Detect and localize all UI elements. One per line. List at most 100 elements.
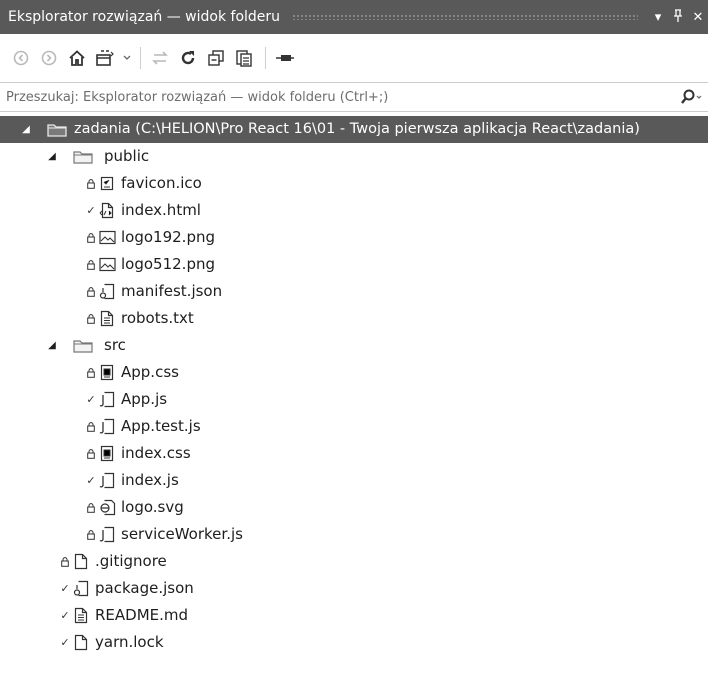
tree-file-item[interactable]: ✓ index.js (0, 467, 708, 494)
folder-label: public (104, 147, 150, 165)
search-box[interactable]: Przeszukaj: Eksplorator rozwiązań — wido… (0, 82, 708, 112)
panel-title-bar: Eksplorator rozwiązań — widok folderu ▾ … (0, 0, 708, 34)
lock-icon (86, 251, 96, 278)
checked-in-icon: ✓ (60, 636, 70, 649)
forward-icon[interactable] (38, 47, 60, 69)
properties-icon[interactable] (274, 47, 296, 69)
tree-file-item[interactable]: serviceWorker.js (0, 521, 708, 548)
tree-root-folder[interactable]: ◢ zadania (C:\HELION\Pro React 16\01 - T… (0, 116, 708, 143)
file-label: README.md (95, 606, 189, 624)
css-file-icon (98, 359, 116, 386)
text-file-icon (72, 602, 90, 629)
solution-tree: ◢ zadania (C:\HELION\Pro React 16\01 - T… (0, 116, 708, 656)
file-label: index.css (121, 444, 191, 462)
switch-views-icon[interactable] (94, 47, 116, 69)
tree-file-item[interactable]: ✓ index.html (0, 197, 708, 224)
file-label: logo512.png (121, 255, 215, 273)
text-file-icon (98, 305, 116, 332)
tree-file-item[interactable]: favicon.ico (0, 170, 708, 197)
image-file-icon (98, 224, 116, 251)
ico-file-icon (98, 170, 116, 197)
tree-file-item[interactable]: App.css (0, 359, 708, 386)
tree-file-item[interactable]: ✓ package.json (0, 575, 708, 602)
file-label: yarn.lock (95, 633, 164, 651)
collapse-all-icon[interactable] (205, 47, 227, 69)
tree-root-label: zadania (C:\HELION\Pro React 16\01 - Two… (74, 121, 640, 137)
file-label: robots.txt (121, 309, 194, 327)
lock-icon (60, 548, 70, 575)
home-icon[interactable] (66, 47, 88, 69)
show-all-files-icon[interactable] (233, 47, 255, 69)
window-position-dropdown-icon[interactable]: ▾ (648, 10, 668, 25)
file-label: logo.svg (121, 498, 184, 516)
search-icon[interactable] (680, 89, 708, 105)
close-icon[interactable]: ✕ (688, 10, 708, 25)
json-file-icon (98, 278, 116, 305)
image-file-icon (98, 251, 116, 278)
folder-label: src (104, 336, 126, 354)
tree-file-item[interactable]: ✓ README.md (0, 602, 708, 629)
tree-file-item[interactable]: robots.txt (0, 305, 708, 332)
checked-in-icon: ✓ (86, 204, 96, 217)
checked-in-icon: ✓ (60, 609, 70, 622)
collapse-arrow-icon[interactable]: ◢ (46, 143, 58, 170)
blank-file-icon (72, 548, 90, 575)
folder-icon (72, 143, 94, 170)
lock-icon (86, 521, 96, 548)
file-label: manifest.json (121, 282, 223, 300)
tree-file-item[interactable]: index.css (0, 440, 708, 467)
collapse-arrow-icon[interactable]: ◢ (20, 116, 32, 143)
folder-icon (46, 116, 68, 143)
switch-views-dropdown-icon[interactable] (122, 47, 132, 69)
collapse-arrow-icon[interactable]: ◢ (46, 332, 58, 359)
file-label: index.js (121, 471, 179, 489)
pin-icon[interactable] (668, 8, 688, 26)
checked-in-icon: ✓ (60, 582, 70, 595)
refresh-icon[interactable] (177, 47, 199, 69)
tree-file-item[interactable]: .gitignore (0, 548, 708, 575)
js-file-icon (98, 521, 116, 548)
tree-file-item[interactable]: logo512.png (0, 251, 708, 278)
js-file-icon (98, 467, 116, 494)
file-label: favicon.ico (121, 174, 202, 192)
lock-icon (86, 440, 96, 467)
css-file-icon (98, 440, 116, 467)
tree-file-item[interactable]: logo.svg (0, 494, 708, 521)
js-file-icon (98, 386, 116, 413)
file-label: serviceWorker.js (121, 525, 243, 543)
lock-icon (86, 359, 96, 386)
lock-icon (86, 494, 96, 521)
lock-icon (86, 224, 96, 251)
toolbar-separator (140, 47, 141, 69)
search-input[interactable]: Przeszukaj: Eksplorator rozwiązań — wido… (6, 90, 680, 105)
checked-in-icon: ✓ (86, 474, 96, 487)
back-icon[interactable] (10, 47, 32, 69)
file-label: package.json (95, 579, 194, 597)
checked-in-icon: ✓ (86, 393, 96, 406)
tree-file-item[interactable]: ✓ App.js (0, 386, 708, 413)
file-label: index.html (121, 201, 201, 219)
lock-icon (86, 413, 96, 440)
svg-file-icon (98, 494, 116, 521)
tree-file-item[interactable]: App.test.js (0, 413, 708, 440)
tree-file-item[interactable]: ✓ yarn.lock (0, 629, 708, 656)
js-file-icon (98, 413, 116, 440)
tree-folder-src[interactable]: ◢ src (0, 332, 708, 359)
toolbar (0, 34, 708, 82)
tree-file-item[interactable]: logo192.png (0, 224, 708, 251)
tree-folder-public[interactable]: ◢ public (0, 143, 708, 170)
lock-icon (86, 278, 96, 305)
file-label: App.css (121, 363, 179, 381)
html-file-icon (98, 197, 116, 224)
sync-with-active-document-icon[interactable] (149, 47, 171, 69)
toolbar-separator (265, 47, 266, 69)
lock-icon (86, 305, 96, 332)
panel-title: Eksplorator rozwiązań — widok folderu (8, 9, 281, 25)
file-label: App.test.js (121, 417, 201, 435)
blank-file-icon (72, 629, 90, 656)
json-file-icon (72, 575, 90, 602)
drag-grip[interactable] (292, 14, 638, 20)
tree-file-item[interactable]: manifest.json (0, 278, 708, 305)
file-label: logo192.png (121, 228, 215, 246)
folder-icon (72, 332, 94, 359)
